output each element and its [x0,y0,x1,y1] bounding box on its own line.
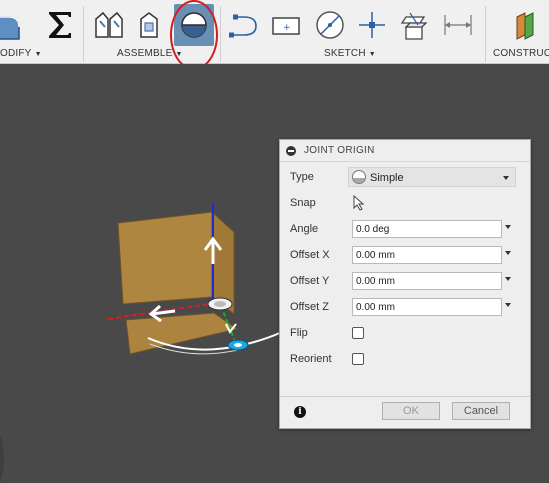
chevron-down-icon: ▼ [34,51,42,58]
snap-row: Snap [280,192,530,214]
divider [485,6,486,62]
offset-x-label: Offset X [290,249,330,261]
point-icon[interactable] [352,4,392,46]
angle-input[interactable]: 0.0 deg [352,220,502,238]
project-icon[interactable] [394,4,434,46]
dimension-icon[interactable] [438,4,478,46]
ok-button[interactable]: OK [382,402,440,420]
type-row: Type Simple [280,166,530,188]
parameters-icon[interactable] [40,4,80,46]
cancel-button[interactable]: Cancel [452,402,510,420]
angle-row: Angle 0.0 deg [280,218,530,240]
chevron-down-icon[interactable] [505,303,511,307]
offset-z-label: Offset Z [290,301,329,313]
joint-origin-center [214,301,226,307]
as-built-joint-icon[interactable] [130,4,170,46]
svg-text:+: + [283,23,291,33]
dialog-footer: i OK Cancel [280,396,530,428]
offset-x-input[interactable]: 0.00 mm [352,246,502,264]
collapse-icon[interactable] [286,145,296,156]
chevron-down-icon[interactable] [505,277,511,281]
joint-icon[interactable] [89,4,129,46]
sketch-menu[interactable]: SKETCH ▼ [324,48,376,59]
chevron-down-icon: ▼ [368,51,376,58]
chevron-down-icon [503,176,509,180]
reorient-row: Reorient [280,348,530,370]
divider [220,6,221,62]
type-select[interactable]: Simple [348,167,516,187]
construct-menu[interactable]: CONSTRUCT [493,48,549,59]
fillet-icon[interactable] [0,4,26,46]
chevron-down-icon[interactable] [505,251,511,255]
chevron-down-icon: ▼ [175,51,183,58]
joint-origin-icon[interactable] [174,4,214,46]
viewcube-edge [0,434,4,483]
modify-menu[interactable]: ODIFY ▼ [0,48,42,59]
joint-origin-dialog: JOINT ORIGIN Type Simple Snap Angle 0.0 … [279,139,531,429]
offset-z-input[interactable]: 0.00 mm [352,298,502,316]
snap-point-center [234,343,242,347]
type-label: Type [290,171,314,183]
reorient-checkbox[interactable] [352,353,364,365]
offset-y-input[interactable]: 0.00 mm [352,272,502,290]
simple-joint-icon [352,170,366,184]
snap-label: Snap [290,197,316,209]
rectangle-icon[interactable]: + [266,4,306,46]
flip-label: Flip [290,327,308,339]
flip-checkbox[interactable] [352,327,364,339]
select-cursor-icon[interactable] [353,195,365,211]
offset-x-row: Offset X 0.00 mm [280,244,530,266]
type-value: Simple [370,172,404,184]
offset-z-row: Offset Z 0.00 mm [280,296,530,318]
offset-y-label: Offset Y [290,275,330,287]
info-icon[interactable]: i [294,406,306,418]
assemble-menu[interactable]: ASSEMBLE ▼ [117,48,183,59]
chevron-down-icon[interactable] [505,225,511,229]
model-face[interactable] [117,211,213,305]
offset-y-row: Offset Y 0.00 mm [280,270,530,292]
dialog-header[interactable]: JOINT ORIGIN [280,140,530,162]
circle-icon[interactable] [310,4,350,46]
angle-label: Angle [290,223,319,235]
divider [83,6,84,62]
offset-plane-icon[interactable] [504,4,544,46]
spline-icon[interactable] [224,4,264,46]
flip-row: Flip [280,322,530,344]
reorient-label: Reorient [290,353,332,365]
dialog-title: JOINT ORIGIN [304,145,375,156]
toolbar: ODIFY ▼ ASSEMBLE ▼ + SKETCH ▼ CONSTRUC [0,0,549,70]
